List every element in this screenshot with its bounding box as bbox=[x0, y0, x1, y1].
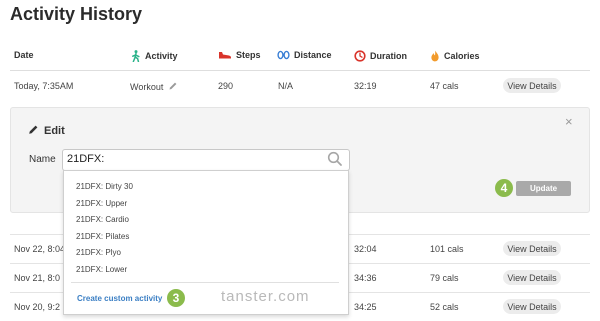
activity-name-value[interactable]: 21DFX: bbox=[67, 153, 104, 165]
column-label-activity: Activity bbox=[145, 51, 178, 61]
row-1-date: Today, 7:35AM bbox=[14, 81, 74, 91]
suggestion-item[interactable]: 21DFX: Pilates bbox=[76, 232, 129, 241]
row-1-calories: 47 cals bbox=[430, 81, 459, 91]
suggestion-item[interactable]: 21DFX: Lower bbox=[76, 265, 127, 274]
view-details-button[interactable]: View Details bbox=[503, 270, 561, 285]
row-1-steps: 290 bbox=[218, 81, 234, 91]
page-title: Activity History bbox=[10, 4, 143, 24]
column-header-distance[interactable]: Distance bbox=[277, 50, 332, 60]
column-header-steps[interactable]: Steps bbox=[218, 50, 261, 60]
edit-title-text: Edit bbox=[44, 125, 65, 137]
shoe-icon bbox=[218, 50, 232, 60]
row-3-date: Nov 21, 8:0 bbox=[14, 273, 61, 283]
suggestion-item[interactable]: 21DFX: Dirty 30 bbox=[76, 182, 133, 191]
update-button[interactable]: Update bbox=[516, 181, 571, 196]
view-details-button[interactable]: View Details bbox=[503, 241, 561, 256]
close-icon[interactable]: × bbox=[565, 115, 573, 128]
search-icon bbox=[327, 151, 343, 172]
suggestion-item[interactable]: 21DFX: Cardio bbox=[76, 215, 129, 224]
activity-name-input[interactable] bbox=[62, 149, 350, 171]
column-label-calories: Calories bbox=[444, 51, 480, 61]
flame-icon bbox=[430, 50, 440, 62]
pencil-icon bbox=[28, 124, 39, 138]
header-divider bbox=[10, 70, 590, 71]
row-3-calories: 79 cals bbox=[430, 273, 459, 283]
watermark: tanster.com bbox=[221, 288, 310, 305]
dropdown-divider bbox=[71, 282, 339, 283]
suggestion-item[interactable]: 21DFX: Plyo bbox=[76, 248, 121, 257]
column-label-distance: Distance bbox=[294, 50, 332, 60]
column-label-date: Date bbox=[14, 50, 34, 60]
row-4-date: Nov 20, 9:2 bbox=[14, 302, 61, 312]
row-1-duration: 32:19 bbox=[354, 81, 377, 91]
suggestion-item[interactable]: 21DFX: Upper bbox=[76, 199, 127, 208]
column-label-duration: Duration bbox=[370, 51, 407, 61]
row-1-distance: N/A bbox=[278, 81, 294, 91]
column-header-calories[interactable]: Calories bbox=[430, 50, 480, 62]
column-header-date[interactable]: Date bbox=[14, 50, 34, 60]
row-2-duration: 32:04 bbox=[354, 244, 377, 254]
view-details-button[interactable]: View Details bbox=[503, 78, 561, 93]
edit-heading: Edit bbox=[28, 124, 65, 138]
footprints-icon bbox=[277, 50, 290, 60]
step-badge-create: 3 bbox=[167, 289, 185, 307]
clock-icon bbox=[354, 50, 366, 62]
walking-figure-icon bbox=[131, 50, 141, 62]
name-label: Name bbox=[29, 154, 56, 165]
column-header-activity[interactable]: Activity bbox=[131, 50, 178, 62]
row-2-date: Nov 22, 8:04 bbox=[14, 244, 66, 254]
row-3-duration: 34:36 bbox=[354, 273, 377, 283]
row-4-duration: 34:25 bbox=[354, 302, 377, 312]
row-4-calories: 52 cals bbox=[430, 302, 459, 312]
row-1-activity[interactable]: Workout bbox=[130, 81, 178, 93]
column-header-duration[interactable]: Duration bbox=[354, 50, 407, 62]
step-badge-update: 4 bbox=[495, 179, 513, 197]
row-2-calories: 101 cals bbox=[430, 244, 464, 254]
pencil-icon[interactable] bbox=[168, 81, 178, 93]
view-details-button[interactable]: View Details bbox=[503, 299, 561, 314]
row-1-activity-label: Workout bbox=[130, 82, 164, 92]
column-label-steps: Steps bbox=[236, 50, 261, 60]
create-custom-activity-link[interactable]: Create custom activity bbox=[77, 294, 162, 303]
